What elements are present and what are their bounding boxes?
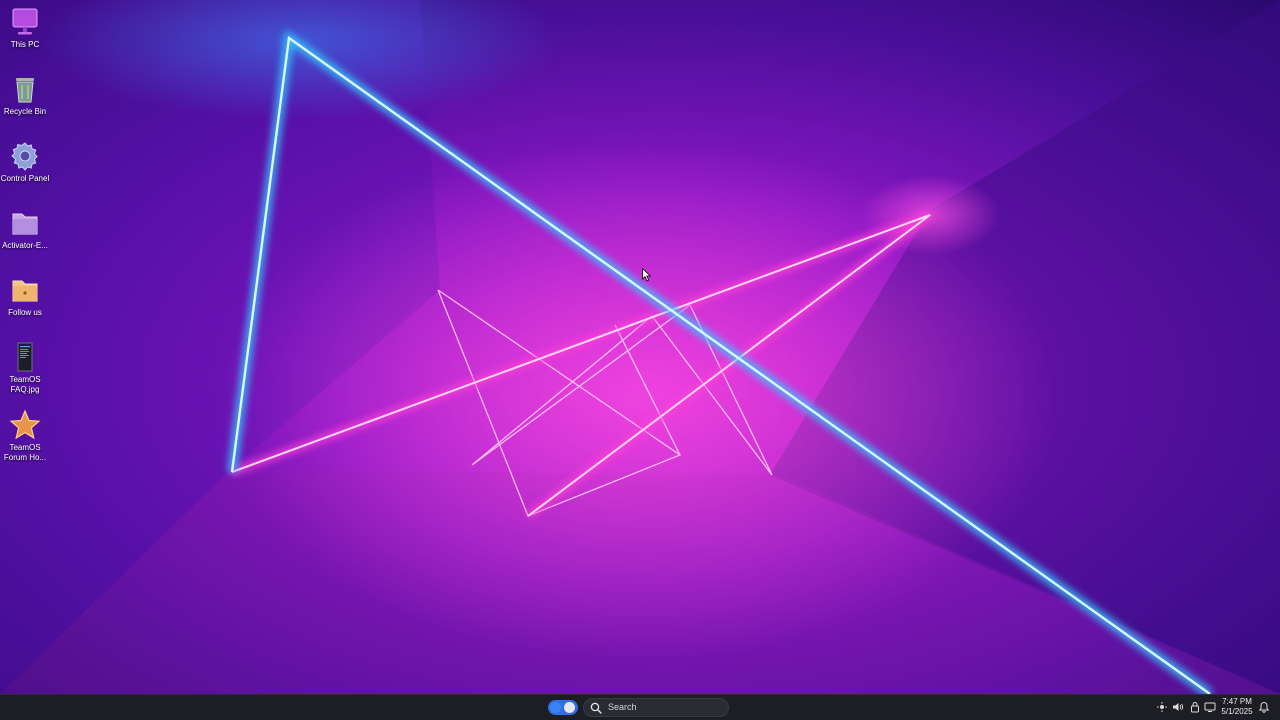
folder-icon bbox=[12, 280, 38, 302]
battery-lock-icon[interactable] bbox=[1189, 701, 1201, 713]
image-file-icon bbox=[17, 342, 33, 372]
monitor-icon bbox=[12, 8, 38, 35]
desktop-icon-this-pc[interactable]: This PC bbox=[0, 6, 50, 50]
desktop-icon-recycle-bin[interactable]: Recycle Bin bbox=[0, 73, 50, 117]
gear-icon bbox=[11, 142, 38, 171]
mouse-cursor-icon bbox=[642, 268, 652, 282]
widgets-toggle-button[interactable] bbox=[548, 700, 578, 715]
desktop-icon-activator[interactable]: Activator-E... bbox=[0, 207, 50, 251]
taskbar-search-box[interactable]: Search bbox=[583, 698, 729, 717]
folder-icon bbox=[12, 213, 38, 235]
volume-icon[interactable] bbox=[1172, 701, 1184, 713]
toggle-knob-icon bbox=[564, 702, 575, 713]
desktop-icon-control-panel[interactable]: Control Panel bbox=[0, 140, 50, 184]
desktop-icon-label: Recycle Bin bbox=[3, 107, 47, 116]
desktop-icon-label: This PC bbox=[10, 40, 40, 49]
search-icon bbox=[590, 702, 602, 714]
desktop-icon-label: Activator-E... bbox=[2, 241, 48, 250]
desktop-icon-label: Control Panel bbox=[0, 174, 50, 183]
brightness-icon[interactable] bbox=[1156, 701, 1168, 713]
desktop-icon-follow-us[interactable]: Follow us bbox=[0, 274, 50, 318]
clock-time: 7:47 PM bbox=[1222, 697, 1252, 706]
desktop-icon-label: Follow us bbox=[8, 308, 42, 317]
taskbar: Search 7:47 PM 5/1/2025 bbox=[0, 694, 1280, 720]
desktop-icon-label: TeamOS FAQ.jpg bbox=[9, 375, 41, 394]
recycle-bin-icon bbox=[16, 78, 34, 103]
clock-date: 5/1/2025 bbox=[1221, 707, 1253, 716]
desktop-icon-teamos-forum[interactable]: TeamOS Forum Ho... bbox=[0, 409, 50, 463]
desktop-icon-label: TeamOS Forum Ho... bbox=[3, 443, 47, 462]
star-icon bbox=[9, 409, 41, 440]
neon-wallpaper-art bbox=[0, 0, 1280, 694]
taskbar-clock[interactable]: 7:47 PM 5/1/2025 bbox=[1218, 697, 1256, 717]
search-placeholder: Search bbox=[608, 702, 637, 712]
desktop-icon-teamos-faq[interactable]: TeamOS FAQ.jpg bbox=[0, 341, 50, 395]
network-display-icon[interactable] bbox=[1204, 701, 1216, 713]
notification-bell-icon[interactable] bbox=[1258, 701, 1270, 713]
desktop-wallpaper bbox=[0, 0, 1280, 694]
toggle-indicator-icon bbox=[550, 702, 561, 713]
